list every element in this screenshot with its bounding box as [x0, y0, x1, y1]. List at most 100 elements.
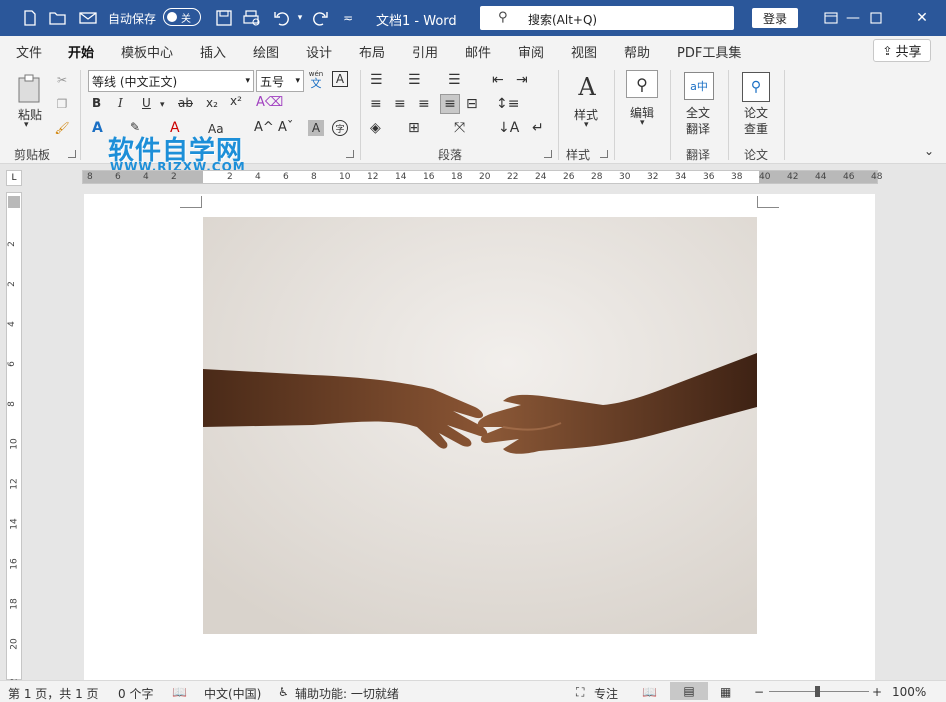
print-preview-icon[interactable] — [242, 8, 262, 28]
subscript-button[interactable]: x₂ — [206, 96, 218, 110]
show-marks-icon[interactable]: ↵ — [532, 120, 544, 136]
accessibility-icon[interactable]: ♿ — [278, 685, 289, 699]
tab-mailings[interactable]: 邮件 — [465, 42, 491, 61]
search-box[interactable]: ⚲ 搜索(Alt+Q) — [480, 6, 734, 30]
proofing-icon[interactable]: 📖 — [172, 685, 187, 699]
language[interactable]: 中文(中国) — [204, 685, 261, 702]
paragraph-launcher-icon[interactable] — [544, 150, 552, 158]
tab-draw[interactable]: 绘图 — [253, 42, 279, 61]
chinese-layout-icon[interactable]: ⤧ — [454, 120, 465, 136]
paste-icon[interactable] — [14, 72, 46, 106]
styles-launcher-icon[interactable] — [600, 150, 608, 158]
align-left-icon[interactable]: ≡ — [370, 96, 382, 112]
clipboard-launcher-icon[interactable] — [68, 150, 76, 158]
focus-icon[interactable]: ⛶ — [576, 685, 584, 700]
find-icon[interactable]: ⚲ — [626, 70, 658, 98]
paper-label-1[interactable]: 论文 — [744, 104, 768, 121]
text-effects-icon[interactable]: A — [92, 120, 103, 136]
paste-button[interactable]: 粘贴 — [16, 106, 44, 123]
print-layout-icon[interactable]: ▤ — [670, 682, 708, 700]
enclose-char-button[interactable]: 字 — [332, 120, 348, 136]
accessibility-status[interactable]: 辅助功能: 一切就绪 — [295, 685, 399, 702]
vertical-scrollbar[interactable] — [934, 186, 946, 680]
align-center-icon[interactable]: ≡ — [394, 96, 406, 112]
translate-label-1[interactable]: 全文 — [686, 104, 710, 121]
maximize-icon[interactable] — [853, 0, 899, 36]
vertical-ruler[interactable]: 2246810121416182022 — [6, 192, 22, 690]
underline-dropdown-icon[interactable]: ▾ — [160, 100, 165, 110]
zoom-out-icon[interactable]: − — [754, 685, 764, 699]
increase-indent-icon[interactable]: ⇥ — [516, 72, 528, 88]
word-count[interactable]: 0 个字 — [118, 685, 153, 702]
tab-home[interactable]: 开始 — [68, 42, 95, 67]
shading-icon[interactable]: ◈ — [370, 120, 381, 136]
tab-pdf-tools[interactable]: PDF工具集 — [677, 42, 741, 61]
grow-font-button[interactable]: A^ — [254, 120, 274, 135]
customize-toolbar-icon[interactable]: ≂ — [338, 8, 358, 28]
char-border-button[interactable]: A — [332, 71, 348, 87]
superscript-button[interactable]: x² — [230, 94, 242, 108]
underline-button[interactable]: U — [142, 96, 151, 110]
paper-check-icon[interactable]: ⚲ — [742, 72, 770, 102]
page-info[interactable]: 第 1 页，共 1 页 — [8, 685, 99, 702]
read-mode-icon[interactable]: 📖 — [642, 685, 657, 699]
web-layout-icon[interactable]: ▦ — [720, 685, 731, 699]
focus-button[interactable]: 专注 — [594, 685, 618, 702]
borders-icon[interactable]: ⊞ — [408, 120, 420, 136]
tab-help[interactable]: 帮助 — [624, 42, 650, 61]
undo-dropdown-icon[interactable]: ▾ — [290, 8, 310, 28]
autosave-toggle[interactable]: 关 — [163, 8, 201, 26]
redo-icon[interactable] — [310, 8, 330, 28]
tab-insert[interactable]: 插入 — [200, 42, 226, 61]
tab-design[interactable]: 设计 — [306, 42, 332, 61]
horizontal-ruler[interactable]: 8 6 4 2 2 4 6 8 10 12 14 16 18 20 22 24 26 28 30 32 34 36 38 40… — [82, 170, 882, 184]
font-size-select[interactable]: 五号 ▾ — [256, 70, 304, 92]
translate-icon[interactable]: a中 — [684, 72, 714, 100]
sort-icon[interactable]: ↓A — [498, 120, 519, 136]
strikethrough-button[interactable]: ab — [178, 96, 193, 110]
tab-file[interactable]: 文件 — [16, 42, 42, 61]
bullets-icon[interactable]: ☰ — [370, 72, 383, 88]
share-button[interactable]: ⇪ 共享 — [873, 39, 931, 62]
numbering-icon[interactable]: ☰ — [408, 72, 421, 88]
bold-button[interactable]: B — [92, 96, 101, 110]
styles-icon[interactable]: A — [572, 72, 602, 102]
multilevel-list-icon[interactable]: ☰ — [448, 72, 461, 88]
font-name-select[interactable]: 等线 (中文正文) ▾ — [88, 70, 254, 92]
paste-dropdown-icon[interactable]: ▾ — [24, 120, 29, 130]
phonetic-guide-button[interactable]: wén 文 — [308, 68, 324, 92]
edit-dropdown-icon[interactable]: ▾ — [640, 118, 645, 128]
clear-formatting-icon[interactable]: A⌫ — [256, 95, 283, 110]
translate-label-2[interactable]: 翻译 — [686, 120, 710, 137]
decrease-indent-icon[interactable]: ⇤ — [492, 72, 504, 88]
save-icon[interactable] — [214, 8, 234, 28]
tab-view[interactable]: 视图 — [571, 42, 597, 61]
italic-button[interactable]: I — [118, 96, 123, 110]
shrink-font-button[interactable]: Aˇ — [278, 120, 293, 135]
styles-dropdown-icon[interactable]: ▾ — [584, 120, 589, 130]
distributed-icon[interactable]: ⊟ — [466, 96, 478, 112]
new-document-icon[interactable] — [20, 8, 40, 28]
close-icon[interactable]: ✕ — [899, 0, 945, 36]
justify-icon[interactable]: ≡ — [440, 94, 460, 114]
align-right-icon[interactable]: ≡ — [418, 96, 430, 112]
email-icon[interactable] — [78, 8, 98, 28]
cut-icon[interactable]: ✂ — [54, 72, 70, 88]
tab-selector[interactable]: L — [6, 170, 22, 186]
undo-icon[interactable] — [272, 8, 292, 28]
collapse-ribbon-icon[interactable]: ⌄ — [924, 144, 934, 158]
copy-icon[interactable]: ❐ — [54, 96, 70, 112]
font-launcher-icon[interactable] — [346, 150, 354, 158]
tab-review[interactable]: 审阅 — [518, 42, 544, 61]
hands-photo[interactable] — [203, 217, 757, 634]
zoom-percent[interactable]: 100% — [892, 685, 926, 699]
zoom-slider-thumb[interactable] — [815, 686, 820, 697]
tab-template-center[interactable]: 模板中心 — [121, 42, 173, 61]
tab-references[interactable]: 引用 — [412, 42, 438, 61]
char-shading-button[interactable]: A — [308, 120, 324, 136]
login-button[interactable]: 登录 — [752, 8, 798, 28]
format-painter-icon[interactable]: 🖌 — [54, 120, 70, 136]
open-folder-icon[interactable] — [48, 8, 68, 28]
tab-layout[interactable]: 布局 — [359, 42, 385, 61]
zoom-in-icon[interactable]: + — [872, 685, 882, 699]
